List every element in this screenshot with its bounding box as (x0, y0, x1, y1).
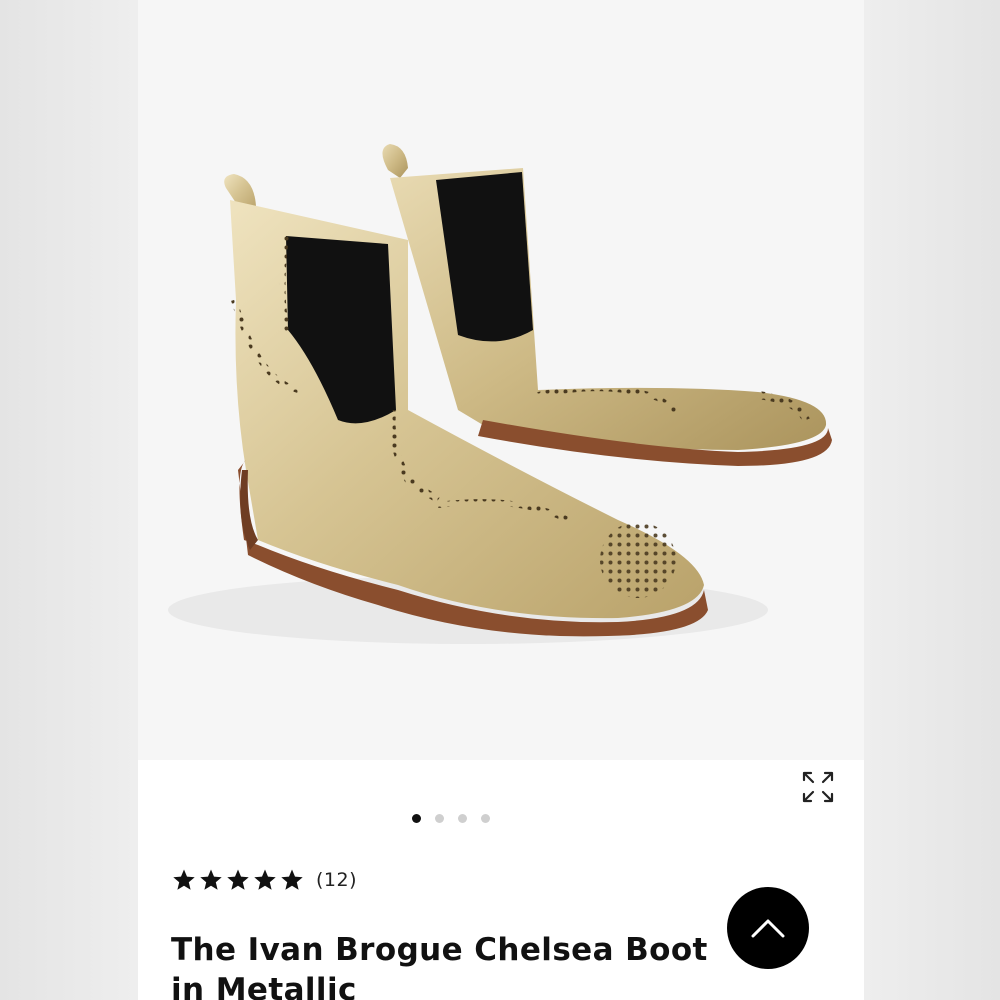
star-icon (200, 869, 222, 890)
product-image[interactable] (138, 0, 864, 760)
rating-stars (172, 868, 304, 892)
back-to-top-button[interactable] (727, 887, 809, 969)
screenshot: (12) The Ivan Brogue Chelsea Boot in Met… (0, 0, 1000, 1000)
product-title: The Ivan Brogue Chelsea Boot in Metallic (171, 932, 708, 1000)
gallery-dot-2[interactable] (435, 813, 444, 823)
star-icon (227, 869, 249, 890)
gallery-dot-1[interactable] (412, 813, 421, 823)
star-icon (173, 869, 195, 890)
back-boot (382, 144, 832, 466)
gallery-pagination (138, 810, 864, 826)
chevron-up-icon (751, 919, 785, 938)
gallery-dot-3[interactable] (458, 813, 467, 823)
product-rating[interactable]: (12) (172, 864, 357, 896)
star-icon (281, 869, 303, 890)
product-page[interactable]: (12) The Ivan Brogue Chelsea Boot in Met… (138, 0, 864, 1000)
expand-icon (802, 771, 834, 803)
expand-image-button[interactable] (799, 768, 837, 806)
blurred-backdrop-left (0, 0, 138, 1000)
gallery-dot-4[interactable] (481, 813, 490, 823)
boots-illustration (168, 144, 832, 644)
star-icon (254, 869, 276, 890)
blurred-backdrop-right (862, 0, 1000, 1000)
review-count[interactable]: (12) (316, 869, 357, 891)
